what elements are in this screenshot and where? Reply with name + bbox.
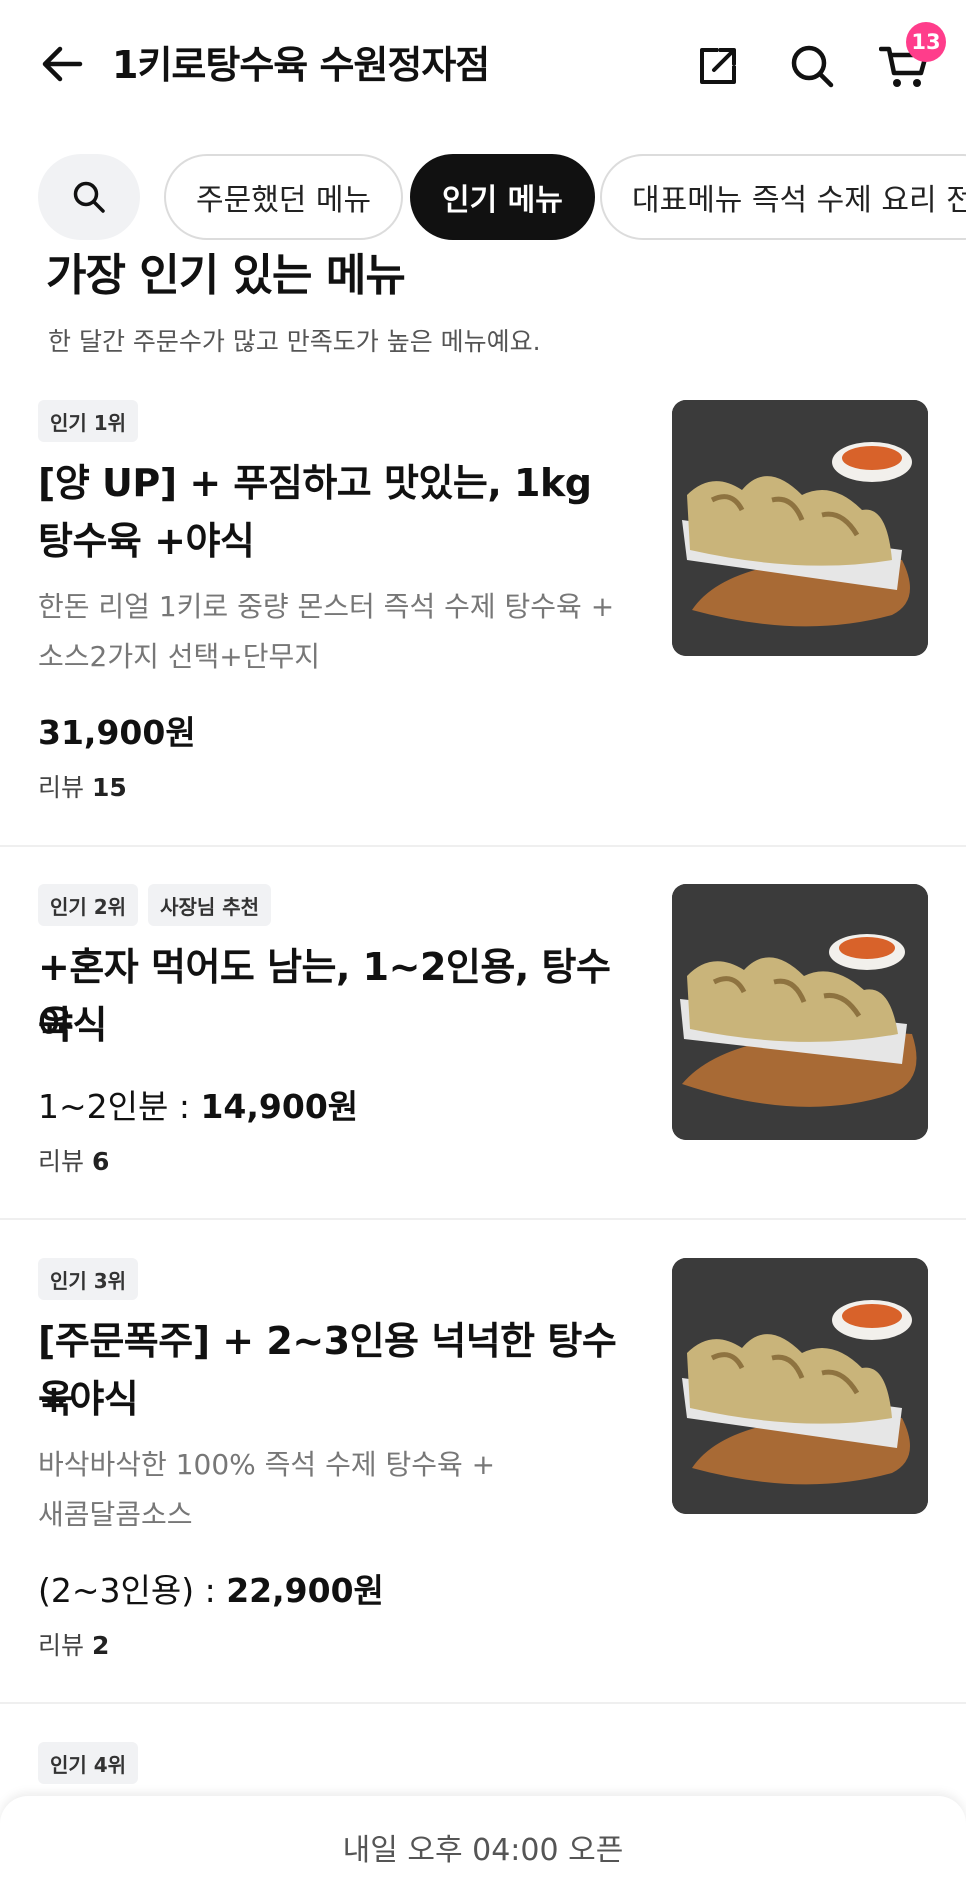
- menu-item-description-cont: 소스2가지 선택+단무지: [38, 640, 321, 673]
- menu-item-price: (2~3인용) : 22,900원: [38, 1564, 384, 1612]
- rank-badge: 인기 4위: [38, 1742, 139, 1784]
- search-icon: [73, 181, 105, 213]
- menu-item[interactable]: 인기 4위: [0, 1742, 966, 1802]
- rank-badge: 인기 2위: [38, 884, 139, 926]
- price-prefix: 1~2인분 :: [38, 1087, 201, 1126]
- menu-item-photo: [672, 400, 928, 656]
- review-count: 15: [91, 773, 127, 802]
- cart-count-badge: 13: [906, 22, 946, 62]
- menu-item-name: [양 UP] + 푸짐하고 맛있는, 1kg: [38, 461, 592, 505]
- rank-badge: 인기 1위: [38, 400, 139, 442]
- review-count: 6: [91, 1147, 110, 1176]
- menu-item[interactable]: 인기 3위 [주문폭주] + 2~3인용 넉넉한 탕수육 +야식 바삭바삭한 1…: [0, 1258, 966, 1702]
- tab-signature-menu[interactable]: 대표메뉴 즉석 수제 요리 전: [600, 154, 966, 240]
- menu-item-description: 바삭바삭한 100% 즉석 수제 탕수육 +: [38, 1448, 496, 1481]
- menu-item-review: 리뷰 15: [38, 768, 127, 804]
- menu-item[interactable]: 인기 1위 [양 UP] + 푸짐하고 맛있는, 1kg 탕수육 +야식 한돈 …: [0, 400, 966, 846]
- review-label: 리뷰: [38, 1631, 85, 1660]
- divider: [0, 1218, 966, 1220]
- owner-pick-badge: 사장님 추천: [148, 884, 272, 926]
- category-tab-bar: 주문했던 메뉴 인기 메뉴 대표메뉴 즉석 수제 요리 전: [0, 154, 966, 240]
- menu-item-name-cont: 야식: [38, 1003, 107, 1047]
- menu-search-button[interactable]: [38, 154, 140, 240]
- divider: [0, 845, 966, 847]
- review-label: 리뷰: [38, 773, 85, 802]
- menu-item-review: 리뷰 6: [38, 1142, 109, 1178]
- menu-item-review: 리뷰 2: [38, 1626, 109, 1662]
- review-label: 리뷰: [38, 1147, 85, 1176]
- menu-item-description: 한돈 리얼 1키로 중량 몬스터 즉석 수제 탕수육 +: [38, 590, 615, 623]
- menu-item-photo: [672, 884, 928, 1140]
- share-button[interactable]: [690, 38, 746, 94]
- menu-item-price: 31,900원: [38, 713, 196, 752]
- section-subtitle: 한 달간 주문수가 많고 만족도가 높은 메뉴예요.: [48, 327, 541, 356]
- badge-group: 인기 3위: [38, 1258, 139, 1300]
- price-value: 22,900원: [226, 1571, 384, 1610]
- price-value: 14,900원: [200, 1087, 359, 1126]
- arrow-left-icon: [42, 46, 83, 82]
- search-icon: [791, 45, 834, 88]
- header-search-button[interactable]: [784, 38, 840, 94]
- divider: [0, 1702, 966, 1704]
- store-title: 1키로탕수육 수원정자점: [112, 43, 490, 87]
- share-icon: [700, 48, 736, 84]
- rank-badge: 인기 3위: [38, 1258, 139, 1300]
- menu-item-name-cont: 탕수육 +야식: [38, 519, 255, 563]
- section-title: 가장 인기 있는 메뉴: [46, 250, 406, 301]
- tab-ordered-menu[interactable]: 주문했던 메뉴: [164, 154, 404, 240]
- menu-item-price: 1~2인분 : 14,900원: [38, 1080, 358, 1128]
- menu-item-name-cont: +야식: [38, 1377, 139, 1421]
- review-count: 2: [91, 1631, 110, 1660]
- open-time-text: 내일 오후 04:00 오픈: [342, 1832, 624, 1868]
- menu-item-description-cont: 새콤달콤소스: [38, 1498, 193, 1531]
- store-open-status-bar: 내일 오후 04:00 오픈: [0, 1796, 966, 1897]
- badge-group: 인기 1위: [38, 400, 139, 442]
- badge-group: 인기 4위: [38, 1742, 139, 1784]
- price-prefix: (2~3인용) :: [38, 1571, 227, 1610]
- top-header: 1키로탕수육 수원정자점 13: [0, 0, 966, 140]
- badge-group: 인기 2위 사장님 추천: [38, 884, 272, 926]
- menu-item[interactable]: 인기 2위 사장님 추천 +혼자 먹어도 남는, 1~2인용, 탕수육 야식 1…: [0, 884, 966, 1220]
- back-button[interactable]: [36, 38, 88, 90]
- tab-popular-menu[interactable]: 인기 메뉴: [410, 154, 595, 240]
- menu-item-photo: [672, 1258, 928, 1514]
